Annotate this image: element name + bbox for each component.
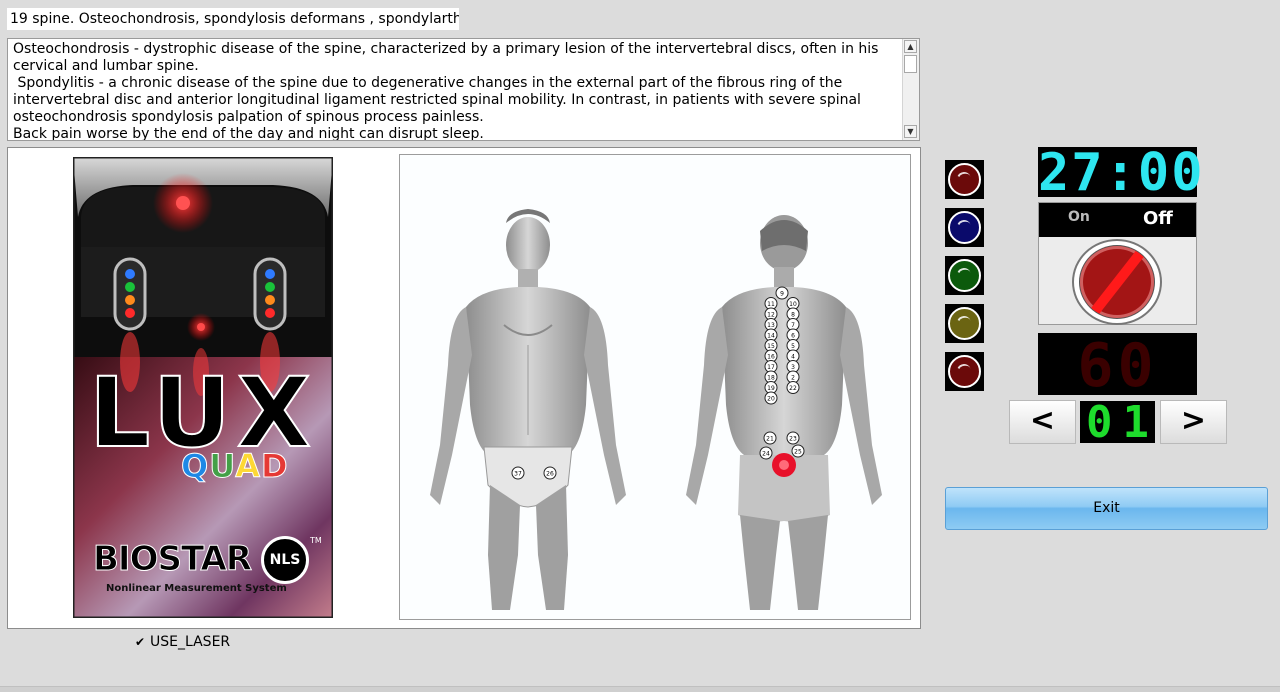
- body-map[interactable]: 37 26 9 11 10 12 8 13 7 14 6 15 5 16 4 17 3 18 2 19 22 20 21 2…: [400, 155, 910, 619]
- status-strip: [0, 686, 1280, 692]
- body-point-label: 23: [789, 436, 797, 443]
- led-indicator-green[interactable]: [945, 256, 984, 295]
- program-number: 01: [1086, 397, 1159, 448]
- body-point-label: 6: [791, 333, 795, 340]
- led-indicator-blue[interactable]: [945, 208, 984, 247]
- body-point-label: 14: [767, 333, 775, 340]
- led-lamp: [948, 259, 981, 292]
- body-point-label: 9: [780, 291, 784, 298]
- power-value: 60: [1077, 331, 1158, 401]
- brand-quad-letter: D: [260, 447, 289, 486]
- body-point-label: 5: [791, 343, 795, 350]
- led-lamp: [948, 211, 981, 244]
- body-point-label: 2: [791, 375, 795, 382]
- body-point-label: 12: [767, 312, 775, 319]
- body-point-label: 24: [762, 451, 770, 458]
- body-point-label: 13: [767, 322, 775, 329]
- triangle-up-icon[interactable]: ▲: [904, 40, 917, 53]
- body-point-label: 20: [767, 396, 775, 403]
- use-laser-label: USE_LASER: [150, 634, 231, 650]
- body-point-label: 16: [767, 354, 775, 361]
- switch-header: On Off: [1039, 203, 1196, 237]
- scrollbar-thumb[interactable]: [904, 55, 917, 73]
- brand-quad-letter: A: [235, 447, 261, 486]
- device-tagline: Nonlinear Measurement System: [106, 583, 287, 594]
- brand-quad-letter: Q: [180, 447, 210, 486]
- body-point-label: 3: [791, 364, 795, 371]
- program-number-display: 01: [1080, 397, 1155, 448]
- timer-display: 27:00: [1038, 143, 1203, 203]
- body-point-label: 26: [546, 471, 554, 478]
- description-text: Osteochondrosis - dystrophic disease of …: [13, 41, 879, 141]
- brand-biostar: BIOSTAR: [92, 539, 252, 580]
- led-lamp: [948, 355, 981, 388]
- body-point-label: 4: [791, 354, 795, 361]
- body-point-label: 19: [767, 385, 775, 392]
- body-point-label: 22: [789, 385, 797, 392]
- power-switch[interactable]: On Off: [1038, 202, 1197, 325]
- switch-knob[interactable]: [1080, 246, 1154, 318]
- body-point-label: 21: [766, 436, 774, 443]
- description-scrollbar[interactable]: ▲ ▼: [902, 39, 919, 140]
- nls-logo: NLS: [261, 536, 309, 584]
- front-figure: [430, 209, 626, 610]
- led-lamp: [948, 307, 981, 340]
- led-indicator-yellow[interactable]: [945, 304, 984, 343]
- led-indicator-red-2[interactable]: [945, 352, 984, 391]
- use-laser-checkbox[interactable]: ✔ USE_LASER: [134, 634, 230, 650]
- exit-button[interactable]: Exit: [945, 487, 1268, 530]
- body-point-label: 10: [789, 301, 797, 308]
- brand-quad: QUAD: [180, 447, 289, 486]
- prev-program-button[interactable]: <: [1009, 400, 1076, 444]
- back-figure: [686, 215, 882, 610]
- body-point-label: 15: [767, 343, 775, 350]
- body-point-label: 18: [767, 375, 775, 382]
- power-display: 60: [1038, 331, 1197, 401]
- next-program-button[interactable]: >: [1160, 400, 1227, 444]
- led-indicator-red[interactable]: [945, 160, 984, 199]
- knob-indicator: [1086, 246, 1148, 318]
- device-image: LUX QUAD BIOSTAR NLS TM Nonlinear Measur…: [73, 157, 333, 618]
- body-point-label: 25: [794, 449, 802, 456]
- body-point-label: 17: [767, 364, 775, 371]
- description-box[interactable]: Osteochondrosis - dystrophic disease of …: [7, 38, 920, 141]
- switch-knob-ring[interactable]: [1072, 239, 1162, 325]
- triangle-down-icon[interactable]: ▼: [904, 125, 917, 138]
- body-point-label: 8: [791, 312, 795, 319]
- trademark-mark: TM: [310, 536, 322, 545]
- brand-quad-letter: U: [209, 447, 236, 486]
- body-point-label: 7: [791, 322, 795, 329]
- timer-value: 27:00: [1038, 143, 1205, 203]
- check-icon[interactable]: ✔: [134, 636, 146, 648]
- body-map-frame: 37 26 9 11 10 12 8 13 7 14 6 15 5 16 4 17 3 18 2 19 22 20 21 2…: [399, 154, 911, 620]
- led-lamp: [948, 163, 981, 196]
- on-label[interactable]: On: [1068, 209, 1090, 225]
- off-label[interactable]: Off: [1143, 208, 1173, 229]
- body-point-label: 11: [767, 301, 775, 308]
- body-point-label: 37: [514, 471, 522, 478]
- title-field: 19 spine. Osteochondrosis, spondylosis d…: [7, 8, 459, 30]
